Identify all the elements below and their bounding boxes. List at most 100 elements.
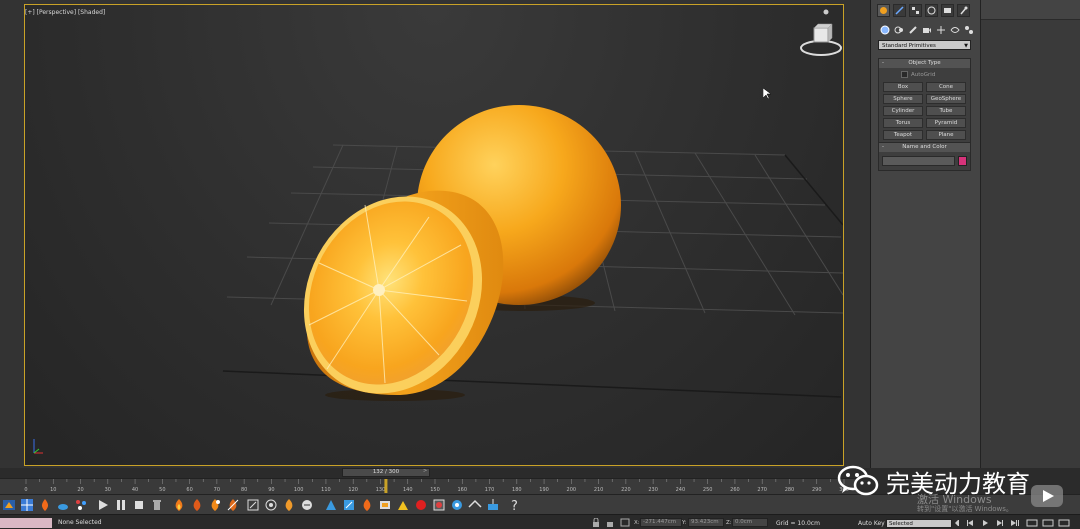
primitive-button-box[interactable]: Box [883, 82, 923, 92]
next-frame-icon[interactable]: > [423, 468, 427, 474]
primitive-button-pyramid[interactable]: Pyramid [926, 118, 966, 128]
selection-lock-icon[interactable] [606, 518, 614, 528]
ruler-label: 290 [812, 487, 822, 493]
sim-tool-8-icon[interactable] [468, 498, 482, 512]
lights-icon[interactable] [907, 24, 918, 35]
sim-tool-4-icon[interactable] [378, 498, 392, 512]
z-coordinate-field[interactable]: 0.0cm [732, 518, 768, 527]
play-button[interactable] [96, 498, 110, 512]
z-coordinate: Z: 0.0cm [726, 518, 768, 528]
video-play-icon[interactable] [1030, 484, 1064, 508]
key-filter-dropdown[interactable]: Selected [886, 519, 952, 528]
primitive-button-plane[interactable]: Plane [926, 130, 966, 140]
display-tab[interactable] [941, 4, 954, 17]
fire-tool-icon[interactable] [38, 498, 52, 512]
timeline-ruler: 0 10 20 30 40 50 60 70 80 90 100 110 120 130 140 150 160… [24, 479, 849, 493]
object-type-header[interactable]: - Object Type [879, 59, 970, 68]
systems-icon[interactable] [963, 24, 974, 35]
autogrid-checkbox[interactable] [901, 71, 908, 78]
sim-tool-6-icon[interactable] [432, 498, 446, 512]
viewcube-icon[interactable] [795, 22, 847, 58]
sim-tool-9-icon[interactable] [486, 498, 500, 512]
ruler-label: 90 [268, 487, 274, 493]
geometry-icon[interactable] [879, 24, 890, 35]
perspective-viewport[interactable]: [+] [Perspective] [Shaded] [24, 4, 844, 466]
auto-key-button[interactable]: Auto Key [858, 520, 885, 527]
ruler-label: 20 [77, 487, 83, 493]
flame-tool-1-icon[interactable] [172, 498, 186, 512]
pause-button[interactable] [114, 498, 128, 512]
primitive-button-cylinder[interactable]: Cylinder [883, 106, 923, 116]
primitive-button-geosphere[interactable]: GeoSphere [926, 94, 966, 104]
absolute-mode-icon[interactable] [620, 518, 630, 528]
sim-tool-2-icon[interactable] [342, 498, 356, 512]
track-bar[interactable]: 0 10 20 30 40 50 60 70 80 90 100 110 120 130 140 150 160… [0, 478, 870, 494]
sim-tool-7-icon[interactable] [450, 498, 464, 512]
primitive-button-tube[interactable]: Tube [926, 106, 966, 116]
fluid-tool-2-icon[interactable] [264, 498, 278, 512]
x-coordinate-field[interactable]: -271.447cm [640, 518, 682, 527]
flame-tool-4-icon[interactable] [226, 498, 240, 512]
grid-snap-icon[interactable] [20, 498, 34, 512]
hierarchy-tab[interactable] [909, 4, 922, 17]
y-coordinate-field[interactable]: 93.423cm [688, 518, 724, 527]
cameras-icon[interactable] [921, 24, 932, 35]
sim-tool-1-icon[interactable] [324, 498, 338, 512]
sim-tool-5-icon[interactable] [396, 498, 410, 512]
create-tab[interactable] [877, 4, 890, 17]
help-icon[interactable]: ? [508, 498, 522, 514]
svg-text:?: ? [511, 499, 518, 512]
playback-controls [955, 518, 1075, 529]
chevron-down-icon: ▼ [964, 43, 968, 49]
ruler-label: 180 [512, 487, 522, 493]
fluid-tool-3-icon[interactable] [282, 498, 296, 512]
time-slider[interactable]: 132 / 300 [342, 468, 430, 477]
ruler-label: 230 [648, 487, 658, 493]
ruler-label: 40 [132, 487, 138, 493]
render-teapot-icon[interactable] [56, 498, 70, 512]
name-color-rollout: - Name and Color [878, 142, 971, 171]
x-coordinate: X: -271.447cm [634, 518, 682, 528]
command-panel-extension [980, 0, 1080, 468]
viewport-label[interactable]: [+] [Perspective] [Shaded] [25, 9, 105, 16]
fluid-tool-4-icon[interactable] [300, 498, 314, 512]
primitive-category-dropdown[interactable]: Standard Primitives ▼ [878, 40, 971, 50]
maxscript-listener[interactable] [0, 518, 52, 528]
record-button[interactable] [414, 498, 428, 512]
grid-size: Grid = 10.0cm [776, 520, 820, 527]
autogrid-row: AutoGrid [879, 68, 970, 80]
particle-icon[interactable] [74, 498, 88, 512]
ruler-label: 150 [430, 487, 440, 493]
object-name-field[interactable] [882, 156, 956, 166]
axis-tripod-icon [31, 435, 47, 455]
object-color-swatch[interactable] [958, 156, 967, 166]
primitive-button-cone[interactable]: Cone [926, 82, 966, 92]
motion-tab[interactable] [925, 4, 938, 17]
ruler-label: 220 [621, 487, 631, 493]
flame-tool-3-icon[interactable] [208, 498, 222, 512]
utilities-tab[interactable] [957, 4, 970, 17]
stop-button[interactable] [132, 498, 146, 512]
command-panel: Standard Primitives ▼ - Object Type Auto… [870, 0, 980, 468]
helpers-icon[interactable] [935, 24, 946, 35]
shapes-icon[interactable] [893, 24, 904, 35]
primitive-button-torus[interactable]: Torus [883, 118, 923, 128]
ruler-label: 110 [321, 487, 331, 493]
sim-tool-3-icon[interactable] [360, 498, 374, 512]
primitive-button-sphere[interactable]: Sphere [883, 94, 923, 104]
flame-tool-2-icon[interactable] [190, 498, 204, 512]
name-color-header[interactable]: - Name and Color [879, 143, 970, 152]
status-bar: None Selected X: -271.447cm Y: 93.423cm Z:… [0, 514, 1080, 529]
ruler-label: 210 [594, 487, 604, 493]
ruler-label: 30 [105, 487, 111, 493]
primitive-button-teapot[interactable]: Teapot [883, 130, 923, 140]
lock-icon[interactable] [592, 517, 600, 528]
timeline-toggle-icon[interactable] [2, 498, 16, 512]
trash-icon[interactable] [150, 498, 164, 512]
spacewarps-icon[interactable] [949, 24, 960, 35]
modify-tab[interactable] [893, 4, 906, 17]
fluid-tool-1-icon[interactable] [246, 498, 260, 512]
ruler-label: 240 [676, 487, 686, 493]
name-color-row [879, 152, 970, 170]
viewport-light-icon[interactable] [823, 9, 829, 15]
